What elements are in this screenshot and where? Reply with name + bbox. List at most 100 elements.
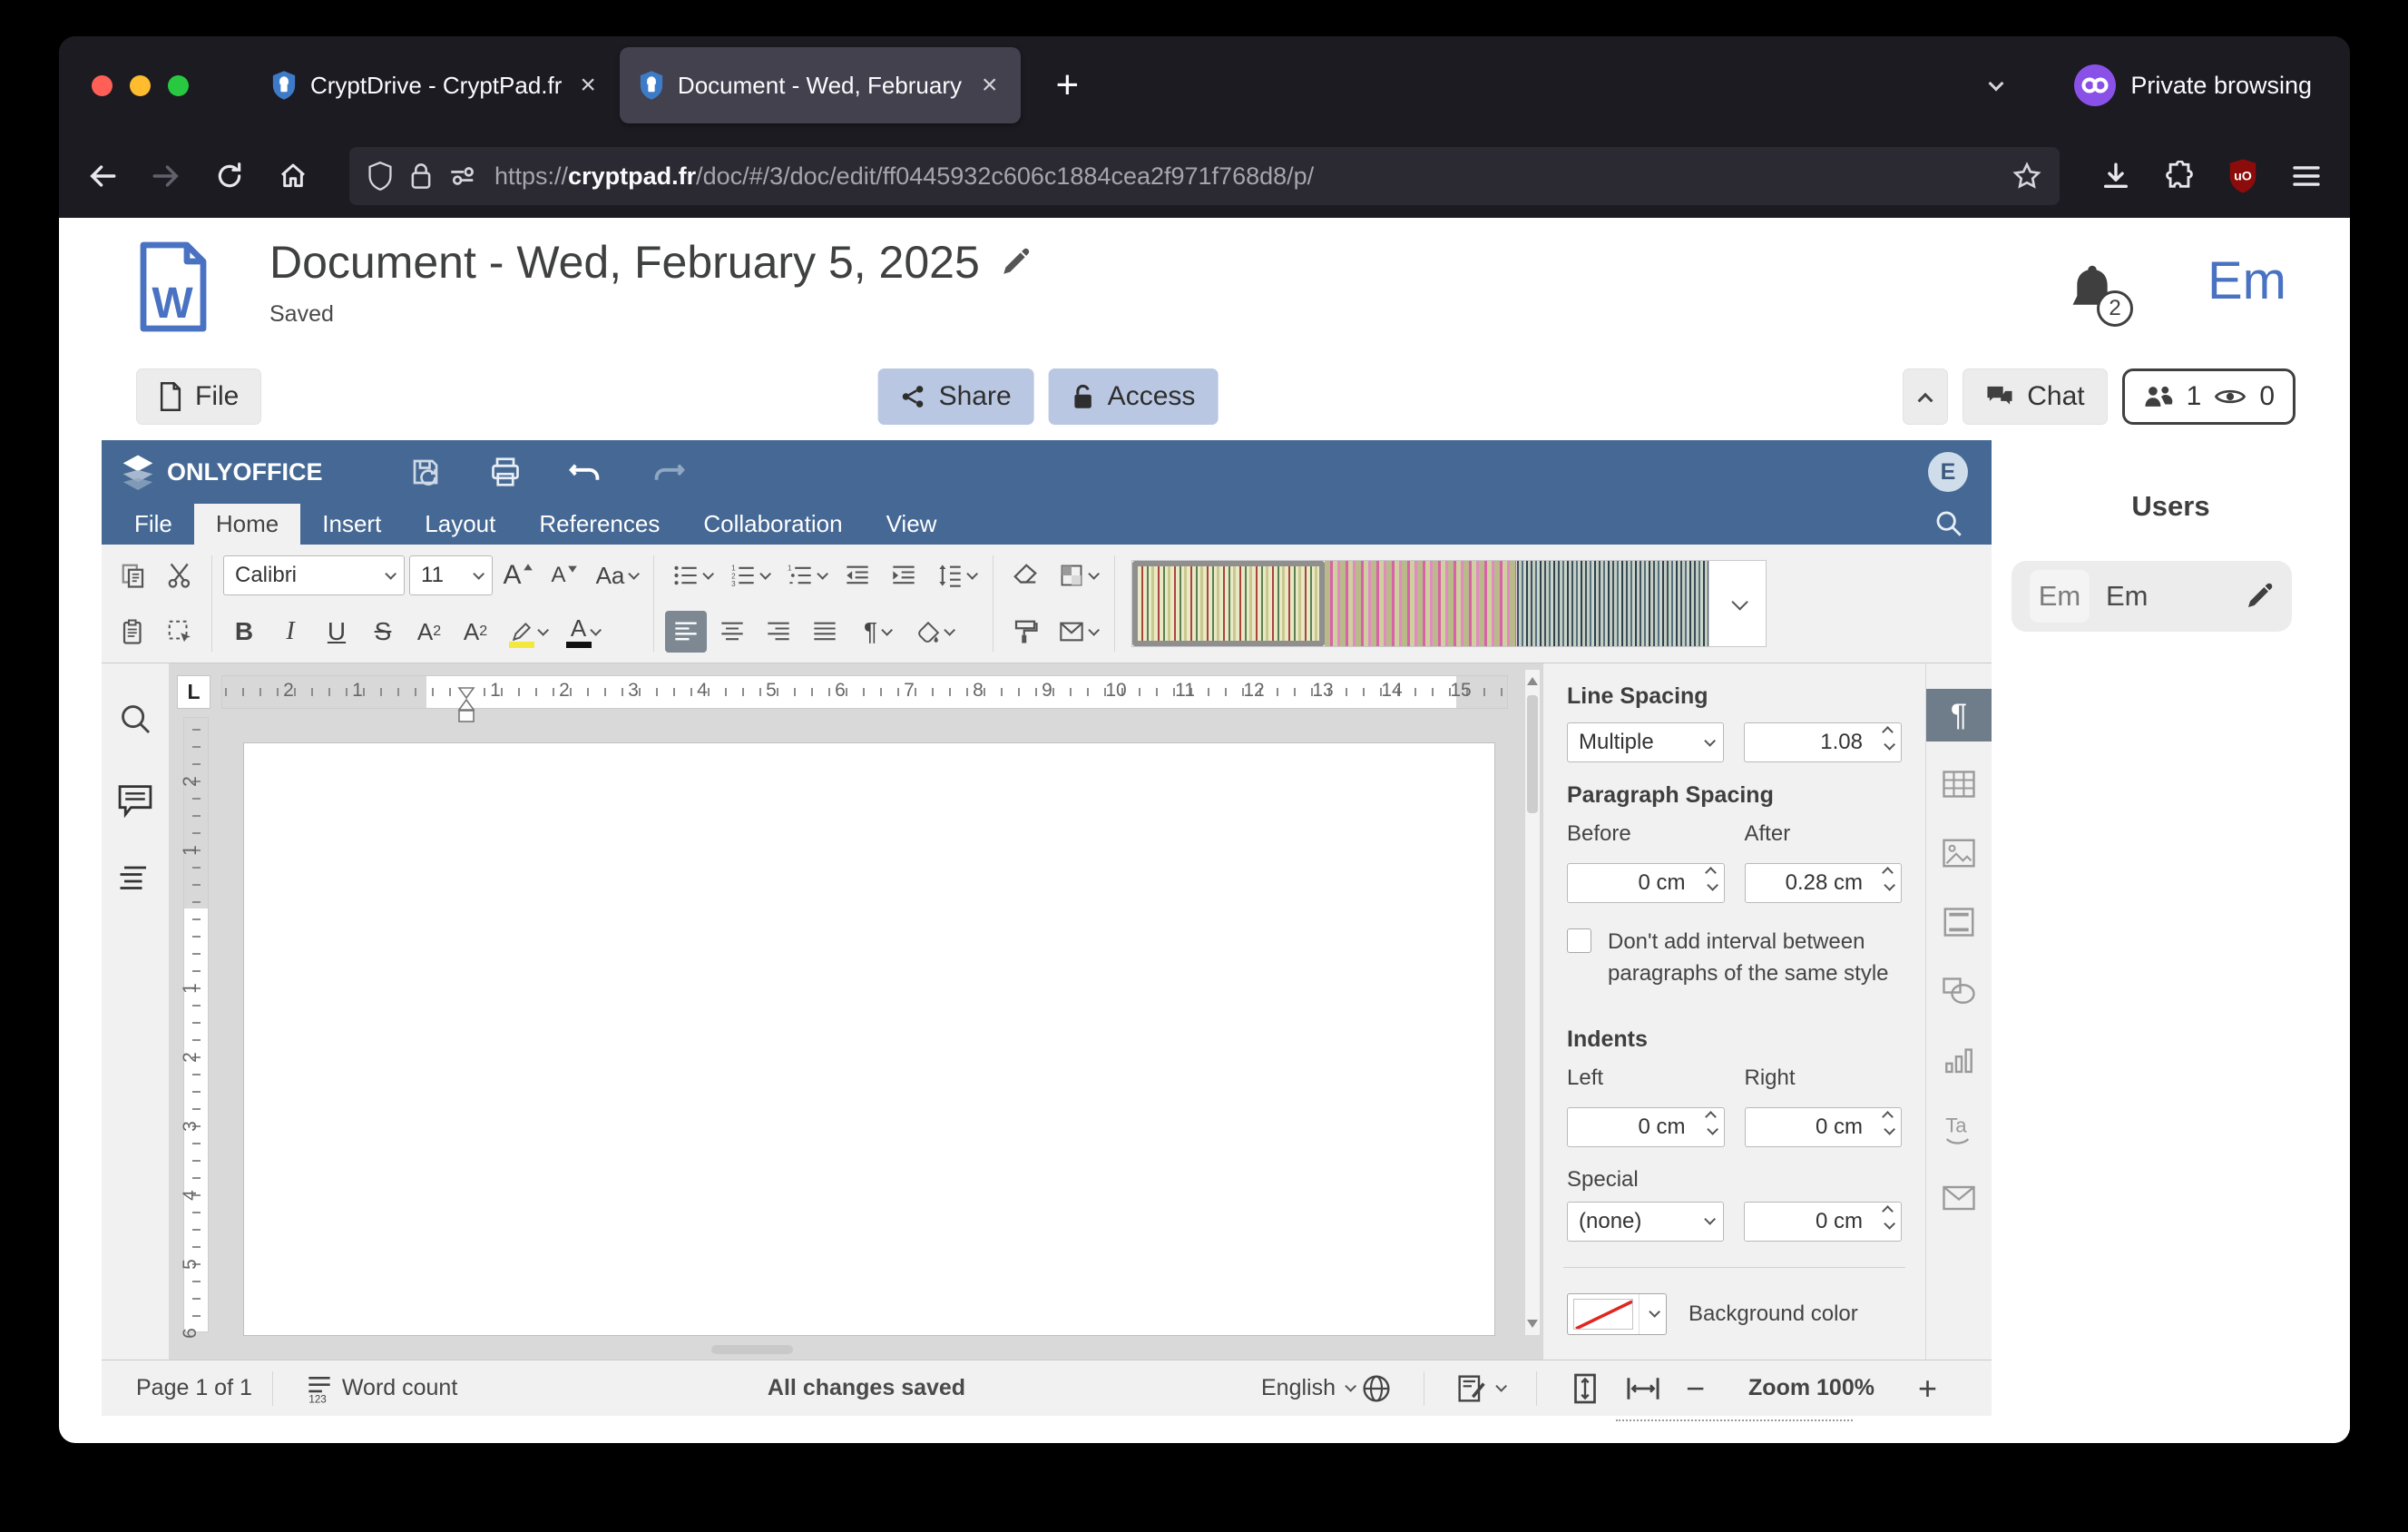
user-list-item[interactable]: Em Em	[2012, 561, 2292, 632]
find-icon[interactable]	[118, 702, 152, 736]
text-art-settings-icon[interactable]: Ta	[1926, 1103, 1992, 1155]
font-color-icon[interactable]: A	[558, 611, 611, 653]
oo-menu-home[interactable]: Home	[194, 504, 300, 545]
share-button[interactable]: Share	[878, 368, 1034, 425]
horizontal-ruler[interactable]: 21123456789101112131415	[221, 675, 1508, 709]
image-settings-icon[interactable]	[1926, 827, 1992, 879]
decrease-font-icon[interactable]: A	[543, 555, 585, 596]
increase-font-icon[interactable]: A	[497, 555, 539, 596]
spacing-before-spinner[interactable]: 0 cm	[1567, 863, 1725, 903]
lock-icon[interactable]	[409, 162, 433, 191]
highlight-color-icon[interactable]	[501, 611, 553, 653]
editor-search-icon[interactable]	[1933, 508, 1964, 539]
numbered-list-icon[interactable]: 123	[722, 555, 775, 596]
back-icon[interactable]	[84, 158, 121, 194]
indent-left-spinner[interactable]: 0 cm	[1567, 1107, 1725, 1147]
close-window-button[interactable]	[92, 75, 113, 96]
minimize-window-button[interactable]	[130, 75, 151, 96]
presence-indicator[interactable]: 1 0	[2122, 368, 2295, 425]
horizontal-scroll-thumb[interactable]	[711, 1345, 793, 1354]
permissions-icon[interactable]	[449, 164, 478, 188]
align-left-icon[interactable]	[665, 611, 707, 653]
justify-icon[interactable]	[804, 611, 846, 653]
undo-icon[interactable]	[569, 457, 603, 486]
nonprinting-characters-icon[interactable]: ¶	[850, 611, 903, 653]
zoom-in-button[interactable]: +	[1918, 1370, 1937, 1408]
save-icon[interactable]	[409, 456, 442, 488]
subscript-icon[interactable]: A2	[455, 611, 496, 653]
document-title[interactable]: Document - Wed, February 5, 2025	[269, 236, 980, 289]
font-name-select[interactable]: Calibri	[223, 555, 405, 595]
vertical-scroll-thumb[interactable]	[1527, 695, 1538, 813]
table-settings-icon[interactable]	[1926, 758, 1992, 810]
oo-menu-file[interactable]: File	[113, 504, 194, 545]
url-bar[interactable]: https://cryptpad.fr/doc/#/3/doc/edit/ff0…	[349, 147, 2060, 205]
style-preview-2[interactable]	[1325, 561, 1517, 646]
document-page[interactable]	[243, 742, 1495, 1336]
oo-menu-view[interactable]: View	[865, 504, 959, 545]
tab-cryptdrive[interactable]: CryptDrive - CryptPad.fr ×	[252, 47, 620, 123]
list-all-tabs-icon[interactable]	[1991, 77, 2002, 93]
rename-pencil-icon[interactable]	[1000, 247, 1031, 278]
maximize-window-button[interactable]	[168, 75, 189, 96]
oo-menu-insert[interactable]: Insert	[300, 504, 403, 545]
special-select[interactable]: (none)	[1567, 1202, 1724, 1242]
scroll-down-icon[interactable]	[1527, 1320, 1538, 1328]
vertical-ruler[interactable]: 21123456	[183, 717, 209, 1332]
bullet-list-icon[interactable]	[665, 555, 718, 596]
redo-icon[interactable]	[651, 457, 685, 486]
comments-icon[interactable]	[117, 783, 153, 818]
navigation-headings-icon[interactable]	[118, 865, 152, 892]
line-spacing-select[interactable]: Multiple	[1567, 722, 1724, 762]
tab-close-icon[interactable]: ×	[976, 70, 1003, 101]
page-indicator[interactable]: Page 1 of 1	[136, 1375, 252, 1401]
underline-icon[interactable]: U	[316, 611, 357, 653]
oo-menu-collaboration[interactable]: Collaboration	[681, 504, 864, 545]
fit-width-icon[interactable]	[1626, 1375, 1660, 1402]
chat-button[interactable]: Chat	[1963, 368, 2107, 425]
mail-merge-settings-icon[interactable]	[1926, 1172, 1992, 1224]
line-spacing-icon[interactable]	[929, 555, 982, 596]
multilevel-list-icon[interactable]: 1	[779, 555, 832, 596]
chart-settings-icon[interactable]	[1926, 1034, 1992, 1086]
horizontal-scrollbar[interactable]	[221, 1343, 1517, 1356]
paragraph-settings-icon[interactable]: ¶	[1926, 689, 1992, 741]
extensions-puzzle-icon[interactable]	[2161, 158, 2198, 194]
copy-icon[interactable]	[113, 555, 154, 596]
indent-marker[interactable]	[455, 686, 477, 724]
bold-icon[interactable]: B	[223, 611, 265, 653]
url-text[interactable]: https://cryptpad.fr/doc/#/3/doc/edit/ff0…	[494, 162, 1996, 191]
spellcheck-button[interactable]	[1457, 1373, 1503, 1404]
access-button[interactable]: Access	[1049, 368, 1219, 425]
align-right-icon[interactable]	[758, 611, 799, 653]
new-tab-button[interactable]: +	[1046, 63, 1088, 108]
file-button[interactable]: File	[136, 368, 261, 425]
document-canvas[interactable]: L 21123456789101112131415 21123456	[169, 663, 1542, 1360]
oo-menu-layout[interactable]: Layout	[403, 504, 517, 545]
zoom-out-button[interactable]: −	[1686, 1370, 1705, 1408]
paste-icon[interactable]	[113, 611, 154, 653]
background-color-picker[interactable]	[1567, 1293, 1667, 1335]
notifications-bell-icon[interactable]: 2	[2066, 261, 2119, 318]
bookmark-star-icon[interactable]	[2012, 162, 2041, 191]
style-gallery-expand-icon[interactable]	[1709, 561, 1766, 646]
fit-page-icon[interactable]	[1570, 1372, 1600, 1405]
document-language-button[interactable]: English	[1261, 1374, 1391, 1403]
superscript-icon[interactable]: A2	[408, 611, 450, 653]
tab-stop-selector[interactable]: L	[177, 675, 210, 709]
ublock-origin-icon[interactable]: uO	[2225, 156, 2261, 196]
copy-style-icon[interactable]	[1004, 611, 1046, 653]
spacing-after-spinner[interactable]: 0.28 cm	[1745, 863, 1903, 903]
table-shading-icon[interactable]	[1051, 555, 1103, 596]
home-icon[interactable]	[275, 158, 311, 194]
edit-username-pencil-icon[interactable]	[2245, 582, 2274, 611]
oo-menu-references[interactable]: References	[517, 504, 681, 545]
special-spinner[interactable]: 0 cm	[1744, 1202, 1902, 1242]
background-color-swatch[interactable]	[1573, 1299, 1633, 1330]
tracking-protection-shield-icon[interactable]	[367, 162, 393, 191]
print-icon[interactable]	[489, 456, 522, 488]
account-initials[interactable]: Em	[2207, 250, 2286, 311]
change-case-icon[interactable]: Aa	[590, 555, 642, 596]
shape-settings-icon[interactable]	[1926, 965, 1992, 1017]
tab-document-active[interactable]: Document - Wed, February 5, 20 ×	[620, 47, 1022, 123]
